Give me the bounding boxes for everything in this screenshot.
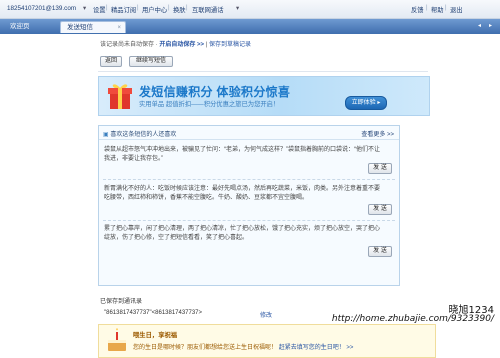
panel-title-text: 喜欢这条短信的人还喜欢 xyxy=(110,132,177,138)
skin-link[interactable]: 换肤 xyxy=(173,5,186,14)
gift-icon xyxy=(108,84,132,109)
saved-to-contacts-label: 已保存到通讯录 xyxy=(100,299,143,305)
chevron-down-icon[interactable]: ▾ xyxy=(236,5,239,12)
im-link[interactable]: 互联网通话 xyxy=(192,5,223,14)
back-button[interactable]: 返回 xyxy=(100,56,122,67)
account-name[interactable]: 18254107201@139.com xyxy=(7,5,76,12)
divider xyxy=(98,71,428,72)
birthday-text: 您的生日是哪时候？朋友们都想给您送上生日祝福呢！ xyxy=(133,345,278,351)
panel-title: ▣ 喜欢这条短信的人还喜欢 xyxy=(103,129,176,138)
message-text: 累了把心靠岸，闲了把心清理，两了把心清凉，忙了把心放松，饿了把心充实，烦了把心放… xyxy=(104,226,381,241)
account-dropdown-icon[interactable]: ▾ xyxy=(83,5,86,12)
enable-autosave-link[interactable]: 开启自动保存 >> xyxy=(159,42,204,48)
tab-send-sms[interactable]: 发送短信 × xyxy=(60,21,126,33)
banner-title: 发短信赚积分 体验积分惊喜 xyxy=(139,85,291,99)
continue-writing-button[interactable]: 继续写短信 xyxy=(129,56,173,67)
saved-recipient: "8613817437737"<8613817437737> xyxy=(104,310,203,316)
subscribe-link[interactable]: 精品订阅 xyxy=(111,5,136,14)
message-text: 袋鼠从超市怒气冲冲地出来，被骗见了忙问：“老弟，为何气成这样？”袋鼠指着胸前的口… xyxy=(104,147,380,162)
send-button[interactable]: 发 送 xyxy=(368,246,392,257)
promo-banner[interactable]: 发短信赚积分 体验积分惊喜 实用单品 超值折扣——积分优惠之旅已为您开启！ 立即… xyxy=(98,76,430,116)
birthday-title: 喂生日，享祝福 xyxy=(133,332,178,339)
chevron-right-icon[interactable]: ▸ xyxy=(489,22,497,30)
top-bar: 18254107201@139.com ▾ 设置 | 精品订阅 | 用户中心 |… xyxy=(0,0,500,19)
view-more-link[interactable]: 查看更多 >> xyxy=(361,129,394,138)
watermark-url: http://home.zhubajie.com/9323390/ xyxy=(331,314,494,324)
list-icon: ▣ xyxy=(103,132,109,138)
divider: | xyxy=(426,5,428,11)
divider: | xyxy=(106,5,108,11)
main-content: 该记录尚未自动保存 · 开启自动保存 >> | 保存到草稿记录 返回 继续写短信… xyxy=(92,34,500,358)
send-button[interactable]: 发 送 xyxy=(368,163,392,174)
panel-header: ▣ 喜欢这条短信的人还喜欢 查看更多 >> xyxy=(99,126,399,140)
help-link[interactable]: 帮助 xyxy=(431,5,444,14)
divider: | xyxy=(445,5,447,11)
tab-label: 发送短信 xyxy=(67,24,93,31)
divider: | xyxy=(168,5,170,11)
logout-link[interactable]: 退出 xyxy=(450,5,463,14)
tab-welcome[interactable]: 欢迎页 xyxy=(4,21,58,33)
edit-link[interactable]: 修改 xyxy=(260,310,272,319)
divider: | xyxy=(186,5,188,11)
try-now-button[interactable]: 立即体验 ▸ xyxy=(345,96,387,110)
message-text: 新胃满化不好的人：吃饭时候应该注意：最好先喝点汤，然后再吃蔬菜，米饭，肉类。另外… xyxy=(104,186,381,201)
divider: | xyxy=(205,42,208,48)
birthday-card: 喂生日，享祝福 您的生日是哪时候？朋友们都想给您送上生日祝福呢！ 赶紧去填写您的… xyxy=(98,324,436,358)
divider xyxy=(103,179,395,180)
settings-link[interactable]: 设置 xyxy=(93,5,106,14)
recommend-panel: ▣ 喜欢这条短信的人还喜欢 查看更多 >> 袋鼠从超市怒气冲冲地出来，被骗见了忙… xyxy=(98,125,400,286)
fill-birthday-link[interactable]: 赶紧去填写您的生日吧！ >> xyxy=(279,345,354,351)
send-button[interactable]: 发 送 xyxy=(368,204,392,215)
divider: | xyxy=(137,5,139,11)
autosave-status: 该记录尚未自动保存 · 开启自动保存 >> | 保存到草稿记录 xyxy=(100,39,251,48)
save-record-link[interactable]: 保存到草稿记录 xyxy=(209,42,251,48)
close-icon[interactable]: × xyxy=(117,22,121,34)
autosave-text: 该记录尚未自动保存 · xyxy=(100,42,158,48)
user-center-link[interactable]: 用户中心 xyxy=(142,5,167,14)
tab-bar: 欢迎页 发送短信 × ◂ ▸ xyxy=(0,19,500,34)
cake-icon xyxy=(108,328,126,351)
left-rail xyxy=(0,34,92,331)
chevron-left-icon[interactable]: ◂ xyxy=(478,22,486,30)
birthday-subtitle: 您的生日是哪时候？朋友们都想给您送上生日祝福呢！ 赶紧去填写您的生日吧！ >> xyxy=(133,342,353,351)
feedback-link[interactable]: 反馈 xyxy=(411,5,424,14)
divider xyxy=(103,220,395,221)
banner-subtitle: 实用单品 超值折扣——积分优惠之旅已为您开启！ xyxy=(139,101,280,108)
